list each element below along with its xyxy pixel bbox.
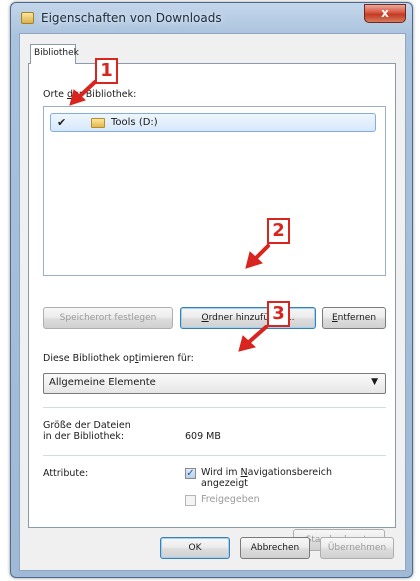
optimize-label: Diese Bibliothek optimieren für: <box>43 353 194 364</box>
cancel-button[interactable]: Abbrechen <box>240 537 310 559</box>
optimize-selected-value: Allgemeine Elemente <box>49 377 156 388</box>
tab-library[interactable]: Bibliothek <box>30 44 79 64</box>
show-in-navigation-label: Wird im Navigationsbereich angezeigt <box>201 467 333 489</box>
default-location-check-icon: ✔ <box>57 116 67 129</box>
shared-label: Freigegeben <box>201 494 260 505</box>
library-locations-list[interactable]: ✔ Tools (D:) <box>43 106 386 276</box>
divider <box>43 455 386 456</box>
apply-button[interactable]: Übernehmen <box>320 537 394 559</box>
window-title: Eigenschaften von Downloads <box>41 11 222 25</box>
location-name: Tools (D:) <box>111 117 158 128</box>
dialog-client-area: Bibliothek Orte der Bibliothek: ✔ Tools … <box>19 33 406 571</box>
folder-icon <box>91 118 105 128</box>
divider <box>43 407 386 408</box>
locations-label: Orte der Bibliothek: <box>43 89 137 100</box>
chevron-down-icon: ▼ <box>371 377 378 387</box>
size-value: 609 MB <box>185 431 221 442</box>
optimize-for-select[interactable]: Allgemeine Elemente ▼ <box>43 373 386 394</box>
size-label: Größe der Dateien in der Bibliothek: <box>43 420 131 442</box>
show-in-navigation-checkbox[interactable]: ✓ <box>185 468 196 479</box>
set-save-location-button[interactable]: Speicherort festlegen <box>43 307 173 329</box>
add-folder-button[interactable]: Ordner hinzufügen... <box>180 307 316 329</box>
title-bar[interactable]: Eigenschaften von Downloads x <box>11 3 412 33</box>
close-button[interactable]: x <box>364 4 406 23</box>
remove-button[interactable]: Entfernen <box>322 307 386 329</box>
library-tab-panel: Orte der Bibliothek: ✔ Tools (D:) Speich… <box>28 63 396 551</box>
ok-button[interactable]: OK <box>160 537 230 559</box>
list-item[interactable]: ✔ Tools (D:) <box>50 113 376 132</box>
shared-checkbox[interactable] <box>185 495 196 506</box>
annotation-marker-3: 3 <box>267 301 290 327</box>
annotation-marker-1: 1 <box>95 58 118 84</box>
annotation-marker-2: 2 <box>267 218 290 244</box>
properties-window: Eigenschaften von Downloads x Bibliothek… <box>10 2 413 578</box>
attributes-label: Attribute: <box>43 468 89 479</box>
folder-icon <box>21 12 34 24</box>
